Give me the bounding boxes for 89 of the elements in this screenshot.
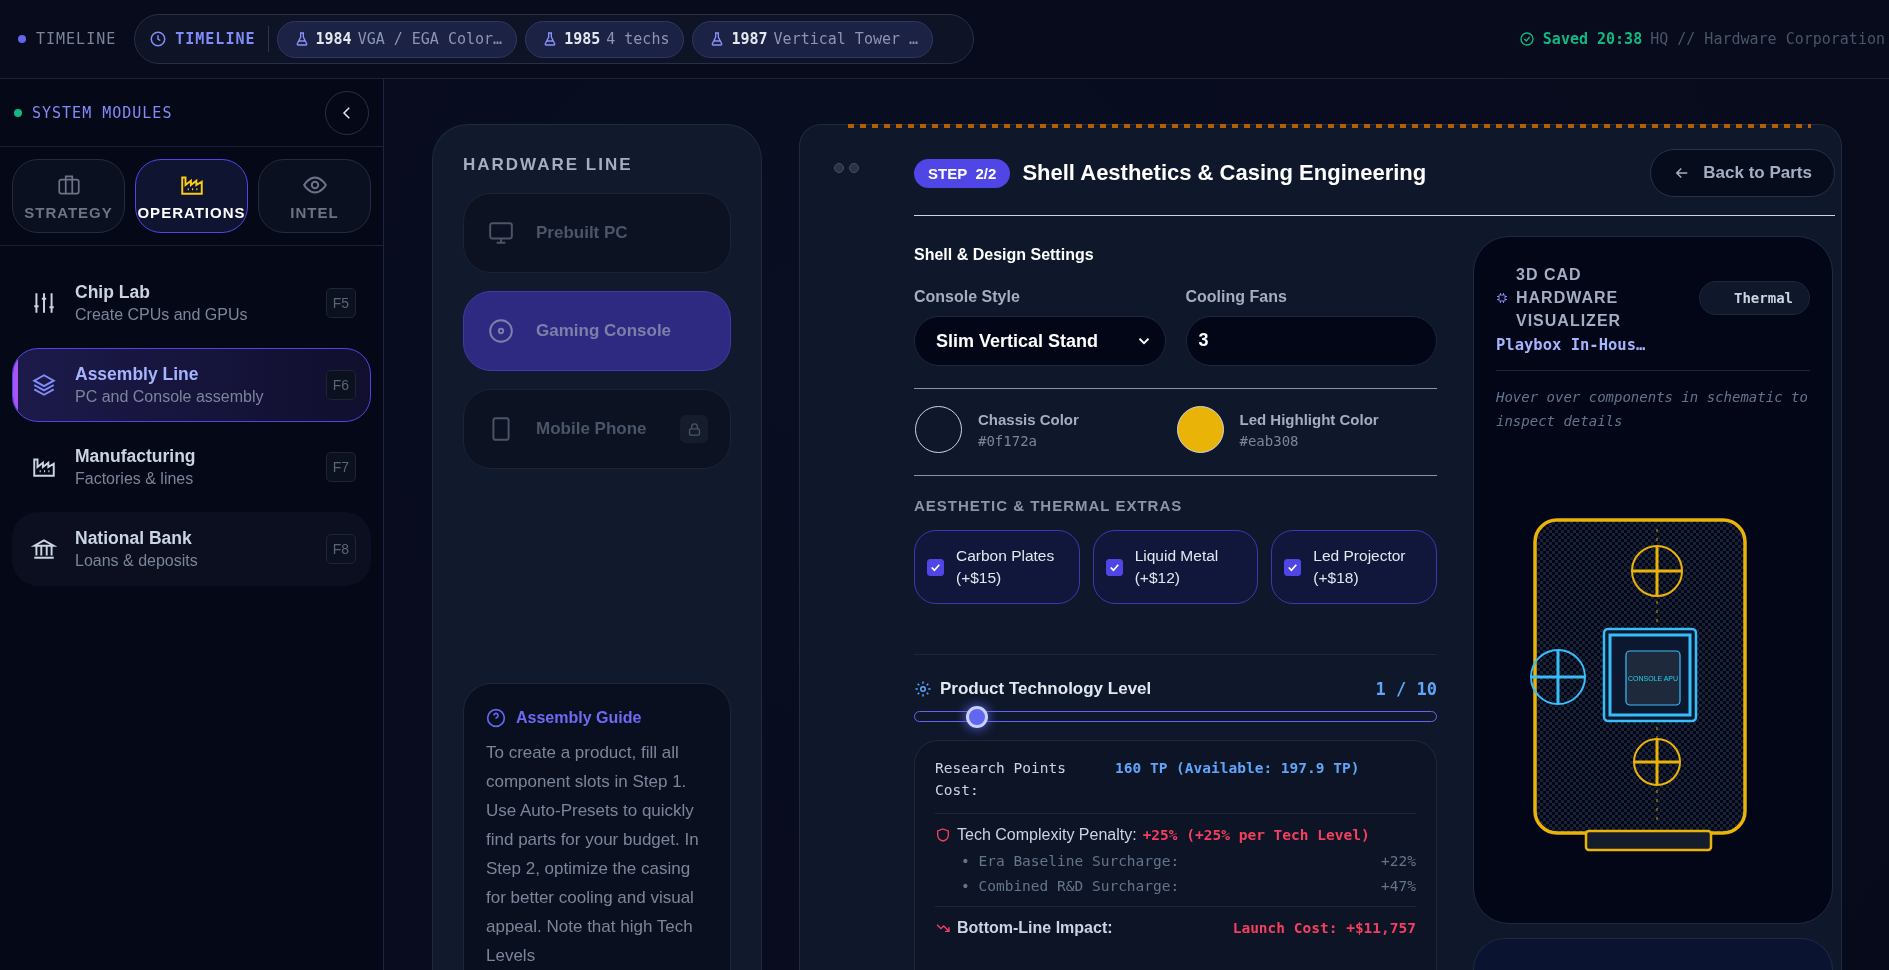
fan-icon[interactable] <box>1632 737 1682 787</box>
section-title: AESTHETIC & THERMAL EXTRAS <box>914 497 1184 514</box>
surcharge-value: +47% <box>1381 878 1416 894</box>
timeline-label: TIMELINE <box>36 30 117 48</box>
gear-icon <box>914 680 932 698</box>
shortcut-key: F8 <box>325 534 356 564</box>
nav-subtitle: Create CPUs and GPUs <box>75 306 249 324</box>
visualizer-title: 3D CAD HARDWARE VISUALIZER <box>1516 265 1623 331</box>
fan-icon[interactable] <box>1529 648 1587 706</box>
nav-title: Manufacturing <box>75 446 197 467</box>
penalty-label: Tech Complexity Penalty: <box>957 826 1137 844</box>
color-hex: #0f172a <box>978 432 1038 449</box>
checkbox[interactable] <box>927 558 944 576</box>
apu-chip[interactable] <box>1602 627 1698 723</box>
style-dropdown[interactable]: Slim Vertical Stand <box>914 316 1166 366</box>
nav-subtitle: PC and Console assembly <box>75 388 265 406</box>
nav-item[interactable]: National Bank Loans & deposits F8 <box>12 512 371 586</box>
cost-value: 160 TP (Available: 197.9 TP) <box>1115 759 1361 778</box>
module-tab[interactable]: OPERATIONS <box>135 159 248 233</box>
checkbox[interactable] <box>1105 558 1123 576</box>
shortcut-key: F6 <box>325 370 356 400</box>
impact-value: Launch Cost: +$11,757 <box>1232 920 1416 936</box>
impact-label: Bottom-Line Impact: <box>957 919 1113 937</box>
nav-title: Chip Lab <box>75 282 151 303</box>
tech-level-reading: 1 / 10 <box>1375 679 1437 699</box>
field-label: Console Style <box>914 288 1021 306</box>
color-hex: #eab308 <box>1239 432 1300 449</box>
surcharge-value: +22% <box>1381 853 1416 869</box>
panel-title: HARDWARE LINE <box>463 155 634 175</box>
field-label: Cooling Fans <box>1185 288 1288 306</box>
step-badge: STEP 2/2 <box>914 158 1011 188</box>
shield-icon <box>935 827 951 843</box>
lock-icon <box>680 415 708 443</box>
tech-level-label: Product Technology Level <box>940 679 1152 699</box>
clock-icon <box>149 30 168 48</box>
color-swatch[interactable] <box>915 406 962 453</box>
checkbox[interactable] <box>1284 558 1302 576</box>
input-field[interactable]: 3 <box>1185 316 1437 366</box>
module-tab[interactable]: INTEL <box>258 159 371 233</box>
fan-icon[interactable] <box>1630 544 1684 598</box>
milestone-chip[interactable]: 1984 VGA / EGA Color… <box>276 20 518 58</box>
disc-icon <box>488 318 514 344</box>
module-tab[interactable]: STRATEGY <box>12 159 125 233</box>
extra-option[interactable]: Liquid Metal (+$12) <box>1092 530 1259 604</box>
step-title: Shell Aesthetics & Casing Engineering <box>1022 160 1427 186</box>
color-swatch[interactable] <box>1176 406 1224 453</box>
nav-subtitle: Factories & lines <box>75 470 195 488</box>
tech-level-slider[interactable] <box>914 706 1437 728</box>
help-icon <box>486 708 506 728</box>
shortcut-key: F7 <box>325 452 356 482</box>
color-label: Chassis Color <box>978 410 1079 428</box>
shortcut-key: F5 <box>325 288 356 318</box>
company-name: HQ // Hardware Corporation <box>1650 30 1885 48</box>
window-dot <box>834 163 844 173</box>
milestone-chip[interactable]: 1987 Vertical Tower … <box>692 20 934 58</box>
status-dot <box>14 108 22 117</box>
nav-item[interactable]: Chip Lab Create CPUs and GPUs F5 <box>12 266 371 340</box>
chip-icon <box>1496 291 1508 304</box>
nav-item[interactable]: Assembly Line PC and Console assembly F6 <box>12 348 371 422</box>
extra-option[interactable]: Led Projector (+$18) <box>1271 530 1437 604</box>
nav-title: Assembly Line <box>75 364 200 385</box>
window-dot <box>849 163 859 173</box>
nav-subtitle: Loans & deposits <box>75 552 199 570</box>
status-dot <box>18 35 26 43</box>
bank-icon <box>31 536 57 562</box>
penalty-value: +25% (+25% per Tech Level) <box>1142 827 1370 843</box>
mode-toggle[interactable]: Thermal <box>1699 280 1810 315</box>
sidebar-title: SYSTEM MODULES <box>32 103 173 122</box>
slider-thumb[interactable] <box>965 706 988 728</box>
section-title: Shell & Design Settings <box>914 246 1095 264</box>
surcharge-label: • Era Baseline Surcharge: <box>961 853 1180 869</box>
sliders-icon <box>31 290 57 316</box>
milestone-chip[interactable]: 1985 4 techs <box>525 20 685 58</box>
layers-icon <box>31 372 57 398</box>
guide-title: Assembly Guide <box>516 709 642 727</box>
check-circle-icon <box>1518 31 1535 47</box>
hint-text: Hover over components in schematic to inspect details <box>1496 388 1809 431</box>
product-name: Playbox In-Hous… <box>1496 336 1647 354</box>
nav-item[interactable]: Manufacturing Factories & lines F7 <box>12 430 371 504</box>
nav-title: National Bank <box>75 528 193 549</box>
cost-label: Research Points Cost: <box>935 759 1067 800</box>
monitor-icon <box>488 220 514 246</box>
timeline-button[interactable]: TIMELINE <box>145 30 260 48</box>
surcharge-label: • Combined R&D Surcharge: <box>961 878 1180 894</box>
extra-option[interactable]: Carbon Plates (+$15) <box>914 530 1080 604</box>
back-button[interactable]: Back to Parts <box>1650 149 1835 197</box>
color-label: Led Highlight Color <box>1239 410 1379 428</box>
guide-text: To create a product, fill all component slots in Step 1. Use Auto-Presets to quickly find parts for your budget. In Step 2, optimize the casing for better cooling and visual appeal. Note that high Tech Levels <box>486 742 700 967</box>
save-status: Saved 20:38 <box>1542 30 1643 48</box>
